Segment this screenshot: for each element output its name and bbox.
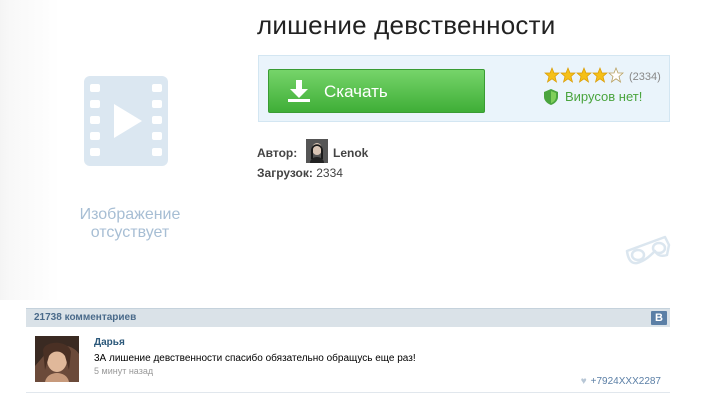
3d-glasses-icon bbox=[625, 235, 671, 265]
comments-count[interactable]: 21738 комментариев bbox=[34, 312, 136, 323]
no-image-text: Изображение отсуствует bbox=[79, 206, 181, 241]
image-placeholder-panel: Изображение отсуствует bbox=[0, 0, 250, 300]
star-icon[interactable] bbox=[576, 67, 592, 83]
author-avatar[interactable] bbox=[306, 139, 328, 163]
rating-stars[interactable] bbox=[544, 66, 625, 83]
downloads-value: 2334 bbox=[316, 166, 343, 180]
download-button[interactable]: Скачать bbox=[268, 69, 485, 113]
star-icon[interactable] bbox=[560, 67, 576, 83]
comment-time[interactable]: 5 минут назад bbox=[94, 366, 153, 376]
star-empty-icon[interactable] bbox=[607, 66, 625, 83]
author-label: Автор: bbox=[257, 146, 298, 160]
vk-logo-icon[interactable]: B bbox=[651, 311, 667, 325]
comment-avatar[interactable] bbox=[35, 336, 79, 382]
download-panel: Скачать (2334) Вирусов нет! bbox=[258, 55, 670, 122]
downloads-label: Загрузок: bbox=[257, 166, 313, 180]
comments-header: 21738 комментариев B bbox=[26, 308, 670, 327]
author-name-link[interactable]: Lenok bbox=[333, 146, 368, 160]
avatar-photo-icon bbox=[35, 336, 79, 382]
shield-check-icon bbox=[544, 89, 558, 105]
comment-text: 3А лишение девственности спасибо обязате… bbox=[94, 353, 416, 364]
download-arrow-icon bbox=[288, 80, 310, 102]
comment-item: Дарья 3А лишение девственности спасибо о… bbox=[26, 327, 670, 393]
comment-author-link[interactable]: Дарья bbox=[94, 337, 125, 348]
star-icon[interactable] bbox=[544, 67, 560, 83]
star-icon[interactable] bbox=[592, 67, 608, 83]
download-button-label: Скачать bbox=[324, 82, 388, 101]
film-play-icon bbox=[84, 76, 168, 166]
page-title: лишение девственности bbox=[257, 10, 556, 40]
virus-status-text: Вирусов нет! bbox=[565, 89, 643, 104]
comment-like-text: +7924XXX2287 bbox=[590, 376, 661, 387]
downloads-row: Загрузок: 2334 bbox=[257, 166, 343, 180]
rating-count: (2334) bbox=[629, 71, 661, 83]
heart-icon: ♥ bbox=[580, 376, 587, 387]
author-row: Автор: bbox=[257, 146, 297, 160]
avatar-photo-icon bbox=[306, 139, 328, 163]
comment-like-button[interactable]: ♥ +7924XXX2287 bbox=[581, 376, 661, 387]
